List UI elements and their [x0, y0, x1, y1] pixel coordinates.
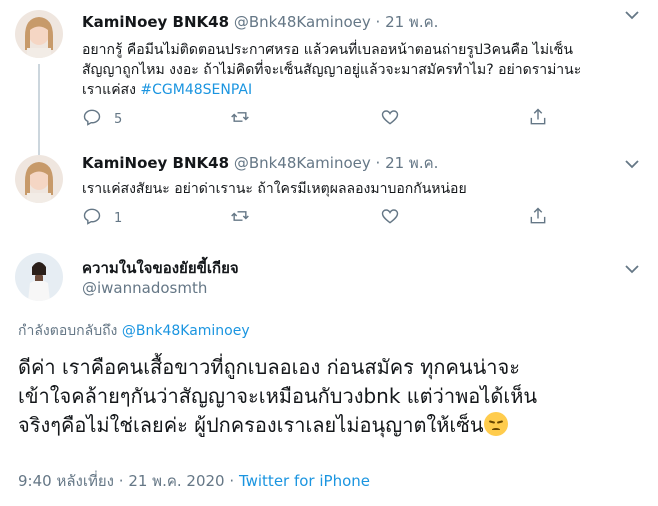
reply-icon — [82, 107, 102, 131]
display-name[interactable]: KamiNoey BNK48 — [82, 154, 229, 172]
pensive-face-icon — [483, 412, 508, 436]
retweet-button[interactable] — [230, 108, 250, 130]
avatar[interactable] — [15, 253, 63, 301]
share-button[interactable] — [528, 207, 548, 229]
reply-count: 1 — [114, 210, 123, 226]
chevron-down-icon[interactable] — [624, 260, 640, 274]
hashtag-link[interactable]: #CGM48SENPAI — [140, 82, 252, 98]
chevron-down-icon[interactable] — [624, 155, 640, 169]
retweet-icon — [230, 107, 250, 131]
separator: · — [375, 154, 381, 172]
separator: · — [118, 472, 124, 490]
tweet-metadata: 9:40 หลังเที่ยง · 21 พ.ค. 2020 · Twitter… — [18, 471, 370, 491]
like-icon — [380, 206, 400, 230]
tweet-text-fragment: เราแค่สง — [82, 82, 141, 98]
tweet-text-line: อยากรู้ คือมีนไม่ติดตอนประกาศหรอ แล้วคนท… — [82, 42, 573, 58]
tweet-source-link[interactable]: Twitter for iPhone — [239, 472, 370, 490]
retweet-icon — [230, 206, 250, 230]
share-button[interactable] — [528, 108, 548, 130]
thread-tweet-1[interactable]: KamiNoey BNK48 @Bnk48Kaminoey · 21 พ.ค. … — [0, 0, 658, 145]
handle[interactable]: @Bnk48Kaminoey — [234, 13, 371, 31]
tweet-text-line: จริงๆคือไม่ใช่เลยค่ะ ผู้ปกครองเราเลยไม่อ… — [18, 411, 638, 440]
tweet-text-line: ดีค่า เราคือคนเสื้อขาวที่ถูกเบลอเอง ก่อน… — [18, 355, 520, 379]
chevron-down-icon[interactable] — [624, 6, 640, 20]
share-icon — [528, 107, 548, 131]
handle[interactable]: @Bnk48Kaminoey — [234, 154, 371, 172]
separator: · — [375, 13, 381, 31]
replying-to: กำลังตอบกลับถึง @Bnk48Kaminoey — [18, 321, 250, 341]
tweet-actions: 5 — [82, 108, 562, 130]
tweet-time[interactable]: 9:40 หลังเที่ยง — [18, 472, 114, 490]
retweet-button[interactable] — [230, 207, 250, 229]
tweet-date[interactable]: 21 พ.ค. — [385, 154, 438, 172]
tweet-text: เราแค่สงสัยนะ อย่าด่าเรานะ ถ้าใครมีเหตุผ… — [82, 179, 632, 199]
like-button[interactable] — [380, 108, 400, 130]
tweet-text-line: เราแค่สงสัยนะ อย่าด่าเรานะ ถ้าใครมีเหตุผ… — [82, 181, 467, 197]
share-icon — [528, 206, 548, 230]
tweet-text: อยากรู้ คือมีนไม่ติดตอนประกาศหรอ แล้วคนท… — [82, 40, 632, 100]
focus-tweet-text: ดีค่า เราคือคนเสื้อขาวที่ถูกเบลอเอง ก่อน… — [18, 353, 638, 440]
tweet-text-line: สัญญาถูกไหม งงอะ ถ้าไม่คิดที่จะเซ็นสัญญา… — [82, 62, 582, 78]
like-button[interactable] — [380, 207, 400, 229]
thread-tweet-2[interactable]: KamiNoey BNK48 @Bnk48Kaminoey · 21 พ.ค. … — [0, 145, 658, 240]
tweet-header: KamiNoey BNK48 @Bnk48Kaminoey · 21 พ.ค. — [82, 153, 438, 173]
display-name[interactable]: ความในใจของยัยขี้เกียจ — [82, 258, 239, 278]
thread-connector — [38, 64, 40, 145]
tweet-date[interactable]: 21 พ.ค. 2020 — [128, 472, 224, 490]
tweet-text-line: เข้าใจคล้ายๆกันว่าสัญญาจะเหมือนกับวงbnk … — [18, 384, 538, 408]
reply-icon — [82, 206, 102, 230]
handle[interactable]: @iwannadosmth — [82, 278, 207, 298]
tweet-text-fragment: จริงๆคือไม่ใช่เลยค่ะ ผู้ปกครองเราเลยไม่อ… — [18, 413, 484, 437]
avatar[interactable] — [15, 155, 63, 203]
reply-button[interactable]: 5 — [82, 108, 122, 130]
replying-to-label: กำลังตอบกลับถึง — [18, 323, 118, 339]
separator: · — [229, 472, 235, 490]
reply-count: 5 — [114, 111, 123, 127]
mention-link[interactable]: @Bnk48Kaminoey — [122, 323, 250, 339]
reply-button[interactable]: 1 — [82, 207, 122, 229]
tweet-date[interactable]: 21 พ.ค. — [385, 13, 438, 31]
thread-connector — [38, 145, 40, 155]
avatar[interactable] — [15, 10, 63, 58]
tweet-actions: 1 — [82, 207, 562, 229]
tweet-text-line: เราแค่สง #CGM48SENPAI — [82, 80, 632, 100]
display-name[interactable]: KamiNoey BNK48 — [82, 13, 229, 31]
tweet-header: KamiNoey BNK48 @Bnk48Kaminoey · 21 พ.ค. — [82, 12, 438, 32]
like-icon — [380, 107, 400, 131]
